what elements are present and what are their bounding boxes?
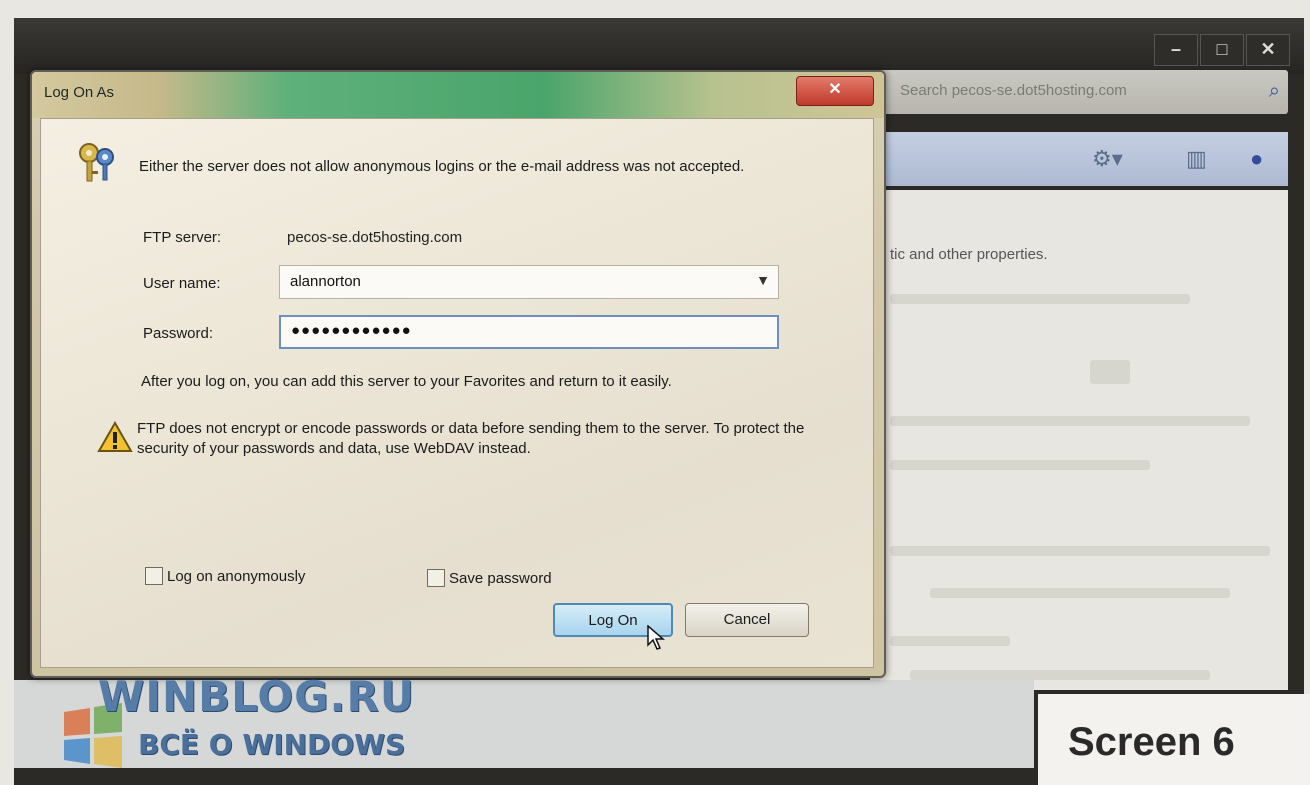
dialog-titlebar: Log On As ✕ [32,72,884,118]
warning-icon [97,421,133,452]
search-box[interactable]: Search pecos-se.dot5hosting.com ⌕ [870,70,1288,114]
keys-icon [79,143,114,182]
username-field[interactable]: alannorton ▼ [279,265,779,299]
ftp-server-value: pecos-se.dot5hosting.com [287,229,463,246]
ftp-warning: FTP does not encrypt or encode passwords… [137,420,805,457]
minimize-button[interactable]: – [1154,34,1198,66]
content-line [890,416,1250,426]
ftp-server-label: FTP server: [143,229,222,246]
log-on-as-dialog: Log On As ✕ Either the server does not a… [30,70,886,678]
content-line [890,294,1190,304]
screen-caption: Screen 6 [1038,694,1310,785]
search-icon[interactable]: ⌕ [1269,80,1280,103]
content-block [1090,360,1130,384]
content-line [890,636,1010,646]
pane-icon[interactable]: ▥ [1186,146,1207,172]
dialog-body: Either the server does not allow anonymo… [40,118,874,668]
dialog-title: Log On As [44,84,115,101]
cancel-button[interactable]: Cancel [685,603,809,637]
watermark: WINBLOG.RU ВСЁ О WINDOWS [58,672,438,778]
content-line [930,588,1230,598]
screen-caption-text: Screen 6 [1068,720,1235,764]
content-text: tic and other properties. [890,246,1048,263]
help-icon[interactable]: ● [1250,146,1263,172]
mouse-cursor-icon [647,625,665,650]
anonymous-checkbox-label: Log on anonymously [167,567,306,585]
password-field[interactable]: ●●●●●●●●●●●● [279,315,779,349]
close-window-button[interactable]: ✕ [1246,34,1290,66]
save-password-checkbox-label: Save password [449,569,552,587]
explorer-content: tic and other properties. [870,190,1288,690]
save-password-checkbox-box[interactable] [427,569,445,587]
settings-icon[interactable]: ⚙▾ [1092,146,1123,172]
window-controls: – □ ✕ [1154,34,1290,66]
password-label: Password: [143,325,214,342]
explorer-titlebar: – □ ✕ [14,18,1304,74]
username-value: alannorton [290,273,361,290]
anonymous-checkbox-box[interactable] [145,567,163,585]
password-value: ●●●●●●●●●●●● [291,322,412,339]
content-line [890,460,1150,470]
username-label: User name: [143,275,221,292]
anonymous-checkbox[interactable]: Log on anonymously [145,567,305,585]
maximize-button[interactable]: □ [1200,34,1244,66]
save-password-checkbox[interactable]: Save password [427,569,552,587]
search-placeholder: Search pecos-se.dot5hosting.com [900,82,1127,99]
favorites-info: After you log on, you can add this serve… [141,373,672,390]
dialog-close-button[interactable]: ✕ [796,76,874,106]
content-line [910,670,1210,680]
explorer-toolbar: ⚙▾ ▥ ● [870,132,1288,186]
watermark-subtitle: ВСЁ О WINDOWS [138,728,406,761]
error-message: Either the server does not allow anonymo… [139,158,745,175]
chevron-down-icon[interactable]: ▼ [756,272,770,288]
watermark-title: WINBLOG.RU [98,672,415,721]
content-line [890,546,1270,556]
